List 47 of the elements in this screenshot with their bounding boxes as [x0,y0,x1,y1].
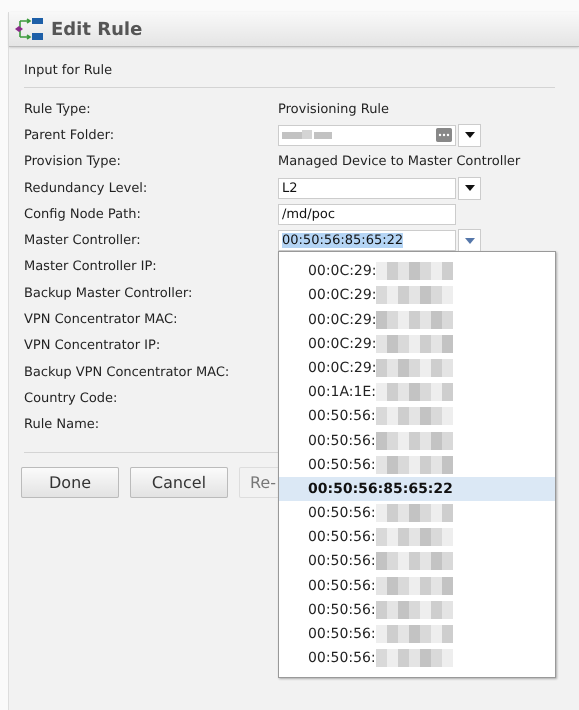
dropdown-option[interactable]: 00:50:56: [279,404,555,428]
more-icon[interactable] [436,128,452,142]
field-label: Parent Folder: [24,128,116,143]
dropdown-option[interactable]: 00:50:56: [279,549,555,574]
select-field[interactable]: L2 [278,178,456,199]
field-label: Rule Type: [24,102,92,117]
caret-icon [464,185,474,192]
dropdown-option[interactable]: 00:50:56: [279,428,555,453]
field-label: VPN Concentrator IP: [24,338,162,354]
field-value: Managed Device to Master Controller [278,154,520,170]
field-label: Backup VPN Concentrator MAC: [24,364,230,380]
dropdown-option[interactable]: 00:50:56: [279,646,555,670]
dialog-title: Edit Rule [51,18,142,40]
field-label: Backup Master Controller: [24,286,194,301]
dropdown-option[interactable]: 00:1A:1E: [279,380,555,404]
dialog-button[interactable]: Cancel [130,466,228,498]
field-label: Master Controller: [24,233,142,248]
dropdown-button[interactable] [458,124,481,147]
dropdown-option[interactable]: 00:50:56: [279,598,555,622]
rule-flow-icon [15,17,45,41]
field-label: Provision Type: [24,154,122,170]
dropdown-option[interactable]: 00:50:56: [279,574,555,598]
dropdown-option[interactable]: 00:50:56: [279,452,555,477]
section-title: Input for Rule [24,63,114,80]
dropdown-option[interactable]: 00:50:56: [279,622,555,646]
dialog-button[interactable]: Done [21,466,119,498]
folder-field[interactable] [278,124,456,146]
dropdown-option[interactable]: 00:50:56: [279,501,555,526]
caret-icon [464,238,474,244]
caret-icon [464,132,474,138]
text-field[interactable]: /md/poc [278,204,456,225]
field-label: Config Node Path: [24,206,142,222]
dropdown-option[interactable]: 00:0C:29: [279,332,555,356]
field-value: Provisioning Rule [278,102,390,117]
field-label: Rule Name: [24,417,100,432]
select-field[interactable]: 00:50:56:85:65:22 [278,230,456,252]
field-label: Redundancy Level: [24,180,148,196]
dropdown-button[interactable] [458,176,481,200]
field-label: VPN Concentrator MAC: [24,312,179,328]
dropdown-option[interactable]: 00:50:56: [279,525,555,550]
dropdown-option[interactable]: 00:0C:29: [279,259,555,284]
dropdown-option[interactable]: 00:0C:29: [279,356,555,380]
dropdown-option[interactable]: 00:0C:29: [279,308,555,332]
dropdown-option[interactable]: 00:0C:29: [279,283,555,308]
field-label: Country Code: [24,390,118,406]
dropdown-option[interactable]: 00:50:56:85:65:22 [279,476,555,501]
field-label: Master Controller IP: [24,259,158,274]
